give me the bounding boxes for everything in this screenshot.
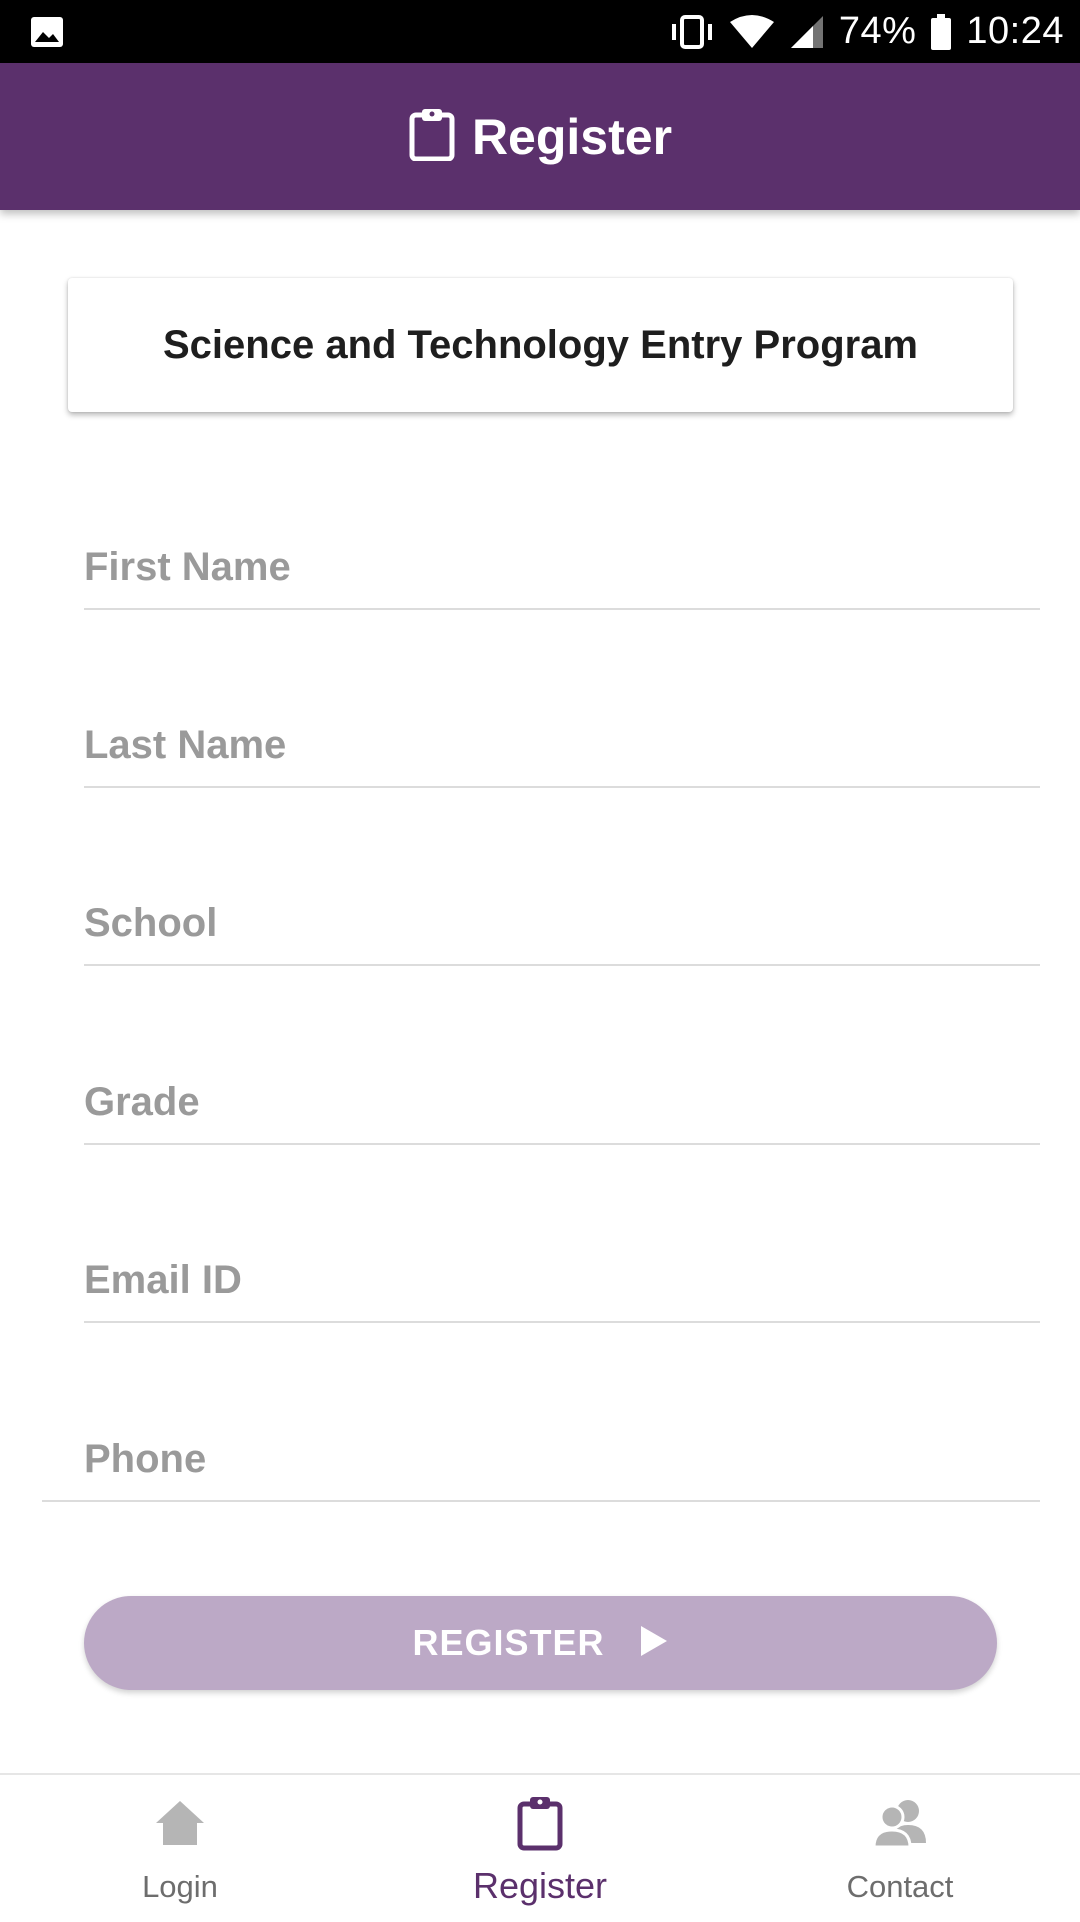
home-icon xyxy=(154,1797,206,1854)
first-name-input[interactable] xyxy=(84,545,1040,590)
register-button[interactable]: REGISTER xyxy=(84,1596,997,1690)
signal-icon xyxy=(789,14,825,50)
email-input[interactable] xyxy=(84,1258,1040,1303)
last-name-field xyxy=(84,706,1040,788)
nav-label-register: Register xyxy=(472,1865,608,1906)
clipboard-icon xyxy=(516,1795,564,1856)
last-name-input[interactable] xyxy=(84,723,1040,768)
nav-item-login[interactable]: Login xyxy=(0,1775,360,1922)
grade-field xyxy=(84,1063,1040,1145)
bottom-navigation: Login Register Contact xyxy=(0,1773,1080,1922)
school-input[interactable] xyxy=(84,901,1040,946)
nav-label-contact: Contact xyxy=(846,1869,954,1904)
clipboard-icon xyxy=(408,107,456,166)
wifi-icon xyxy=(729,14,775,50)
page-title: Register xyxy=(471,108,673,165)
program-card: Science and Technology Entry Program xyxy=(68,278,1013,412)
nav-label-login: Login xyxy=(142,1869,218,1904)
status-bar: 74% 10:24 xyxy=(0,0,1080,63)
program-title: Science and Technology Entry Program xyxy=(163,322,918,367)
first-name-field xyxy=(84,528,1040,610)
app-bar: Register xyxy=(0,63,1080,210)
school-field xyxy=(84,884,1040,966)
status-time: 10:24 xyxy=(966,10,1064,52)
image-icon xyxy=(30,16,64,48)
nav-item-contact[interactable]: Contact xyxy=(720,1775,1080,1922)
people-icon xyxy=(870,1797,930,1854)
phone-input[interactable] xyxy=(84,1437,1040,1482)
vibrate-icon xyxy=(669,14,715,49)
play-arrow-icon xyxy=(639,1624,669,1663)
register-button-label: REGISTER xyxy=(412,1622,605,1663)
grade-input[interactable] xyxy=(84,1080,1040,1125)
battery-icon xyxy=(930,13,952,50)
phone-field xyxy=(42,1420,1040,1502)
nav-item-register[interactable]: Register xyxy=(360,1775,720,1922)
battery-percentage: 74% xyxy=(838,10,917,52)
email-field xyxy=(84,1241,1040,1323)
